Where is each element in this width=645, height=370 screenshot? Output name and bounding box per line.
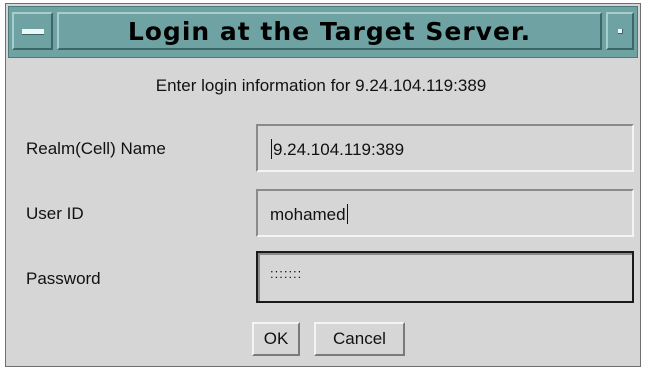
window-menu-icon [22,29,44,35]
minimize-icon [618,29,623,34]
user-id-value: mohamed [270,205,346,224]
password-label: Password [26,269,101,288]
window-menu-button[interactable] [12,12,53,50]
text-caret [271,139,272,159]
login-prompt: Enter login information for 9.24.104.119… [155,76,487,95]
realm-value: 9.24.104.119:389 [273,140,405,159]
realm-label: Realm(Cell) Name [26,139,166,158]
ok-button[interactable]: OK [252,322,300,356]
user-id-field[interactable]: mohamed [256,189,634,237]
cancel-button[interactable]: Cancel [314,322,405,356]
password-field[interactable]: ::::::: [256,251,634,303]
text-caret [346,204,348,224]
minimize-button[interactable] [606,12,634,50]
window-title: Login at the Target Server. [127,16,532,46]
realm-field[interactable]: 9.24.104.119:389 [256,124,634,172]
title-area[interactable]: Login at the Target Server. [57,12,602,50]
password-value: ::::::: [270,266,303,281]
login-dialog: Login at the Target Server. Enter login … [5,3,641,367]
user-id-label: User ID [26,204,84,223]
title-bar[interactable]: Login at the Target Server. [8,6,638,58]
